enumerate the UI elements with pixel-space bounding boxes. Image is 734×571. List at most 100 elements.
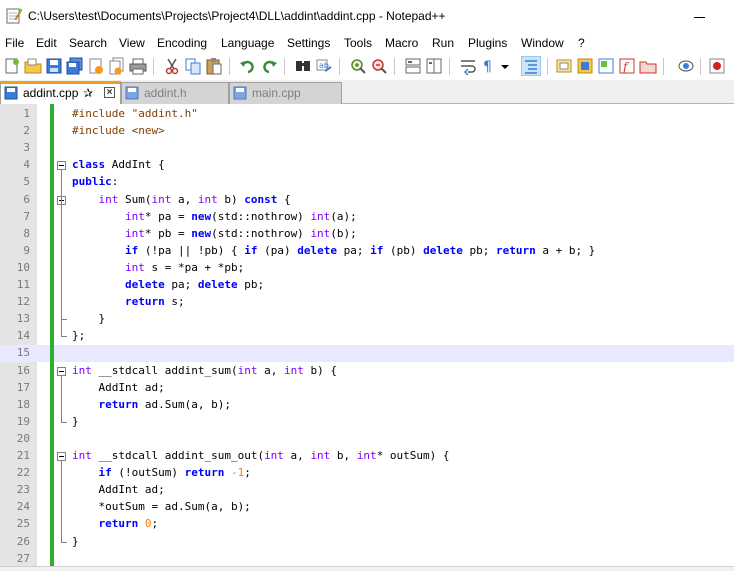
close-icon[interactable]: × [104,87,115,98]
show-chars-dropdown-icon[interactable] [499,57,511,75]
code-text: #include "addint.h" [72,107,198,120]
menu-macro[interactable]: Macro [385,36,418,50]
code-line[interactable]: 9 if (!pa || !pb) { if (pa) delete pa; i… [0,243,734,260]
fold-toggle-icon[interactable] [57,366,66,376]
doc-map-icon[interactable] [576,57,594,75]
open-file-icon[interactable] [24,57,42,75]
code-text: AddInt ad; [72,380,165,394]
new-file-icon[interactable] [3,57,21,75]
close-file-icon[interactable] [87,57,105,75]
code-line[interactable]: 16 int __stdcall addint_sum(int a, int b)… [0,363,734,380]
toolbar: ab ¶ f [0,53,734,80]
code-text: public: [72,175,119,189]
menu-view[interactable]: View [119,36,145,50]
code-text: return ad.Sum(a, b); [98,397,231,411]
line-number: 27 [16,551,30,565]
redo-icon[interactable] [260,57,278,75]
menu-plugins[interactable]: Plugins [468,36,507,50]
replace-icon[interactable]: ab [315,57,333,75]
find-icon[interactable] [294,57,312,75]
code-line[interactable]: 2 #include <new> [0,123,734,140]
code-line[interactable]: 18 return ad.Sum(a, b); [0,397,734,414]
copy-icon[interactable] [184,57,202,75]
code-line[interactable]: 12 return s; [0,294,734,311]
code-line[interactable]: 14}; [0,328,734,345]
code-line[interactable]: 26} [0,533,734,551]
folder-workspace-icon[interactable]: f [618,57,636,75]
doc-list-icon[interactable] [639,57,657,75]
record-macro-icon[interactable] [708,57,726,75]
code-line[interactable]: 17 AddInt ad; [0,380,734,397]
pin-icon[interactable]: ✰ [83,86,93,100]
indent-guide-icon[interactable] [521,56,541,76]
code-text: int Sum(int a, int b) const { [98,192,291,206]
line-number: 11 [16,278,30,291]
code-line[interactable]: 19} [0,413,734,431]
fold-toggle-icon[interactable] [57,452,66,461]
code-line[interactable]: 5 public: [0,174,734,191]
word-wrap-icon[interactable] [459,57,477,75]
save-icon[interactable] [45,57,63,75]
code-line[interactable]: 6 int Sum(int a, int b) const { [0,192,734,209]
tab-label: addint.h [144,86,187,100]
code-editor[interactable]: 1 #include "addint.h" 2 #include <new> 3 4 cla… [0,104,734,566]
tab-addint-cpp[interactable]: addint.cpp ✰ × [0,81,121,105]
code-line[interactable]: 8 int* pb = new(std::nothrow) int(b); [0,226,734,243]
code-line[interactable]: 15 [0,345,734,363]
menu-settings[interactable]: Settings [287,36,330,50]
paste-icon[interactable] [205,57,223,75]
code-line[interactable]: 25 return 0; [0,516,734,533]
code-line[interactable]: 20 [0,431,734,448]
menu-encoding[interactable]: Encoding [157,36,207,50]
tab-main-cpp[interactable]: main.cpp [229,82,342,104]
line-number: 18 [16,397,30,411]
code-text: int __stdcall addint_sum_out(int a, int … [72,449,450,462]
code-line[interactable]: 11 delete pa; delete pb; [0,277,734,294]
fold-toggle-icon[interactable] [57,161,66,171]
code-line[interactable]: 7 int* pa = new(std::nothrow) int(a); [0,209,734,226]
code-line[interactable]: 21 int __stdcall addint_sum_out(int a, in… [0,448,734,465]
undo-icon[interactable] [239,57,257,75]
tab-addint-h[interactable]: addint.h [121,82,229,104]
code-line[interactable]: 22 if (!outSum) return -1; [0,465,734,482]
monitoring-icon[interactable] [677,57,695,75]
function-list-icon[interactable] [597,57,615,75]
code-line[interactable]: 4 class AddInt { [0,157,734,174]
line-number: 26 [16,534,30,548]
cut-icon[interactable] [163,57,181,75]
zoom-out-icon[interactable] [370,57,388,75]
minimize-button[interactable] [680,0,720,33]
fold-end-marker [61,533,67,543]
line-number: 10 [16,260,30,274]
line-number: 4 [23,158,30,172]
line-number: 5 [23,175,30,189]
menu-edit[interactable]: Edit [36,36,57,50]
code-line[interactable]: 23 AddInt ad; [0,482,734,499]
sync-horizontal-icon[interactable] [425,57,443,75]
menu-window[interactable]: Window [521,36,564,50]
zoom-in-icon[interactable] [349,57,367,75]
save-all-icon[interactable] [66,57,84,75]
close-all-icon[interactable] [108,57,126,75]
code-line[interactable]: 3 [0,140,734,157]
code-line[interactable]: 27 [0,551,734,566]
menu-help[interactable]: ? [578,36,585,50]
code-text: if (!pa || !pb) { if (pa) delete pa; if … [124,243,596,257]
tab-label: addint.cpp [23,86,79,100]
code-line[interactable]: 1 #include "addint.h" [0,106,734,123]
sync-vertical-icon[interactable] [404,57,422,75]
code-line[interactable]: 10 int s = *pa + *pb; [0,260,734,277]
user-lang-icon[interactable] [555,57,573,75]
code-line[interactable]: 24 *outSum = ad.Sum(a, b); [0,499,734,516]
code-line[interactable]: 13 } [0,311,734,328]
show-all-chars-icon[interactable]: ¶ [480,57,498,75]
line-number: 19 [16,414,30,428]
line-number: 17 [16,380,30,394]
code-text: return 0; [98,517,159,531]
menu-language[interactable]: Language [221,36,274,50]
menu-tools[interactable]: Tools [344,36,372,50]
print-icon[interactable] [129,57,147,75]
menu-search[interactable]: Search [69,36,107,50]
menu-run[interactable]: Run [432,36,454,50]
menu-file[interactable]: File [5,36,24,50]
